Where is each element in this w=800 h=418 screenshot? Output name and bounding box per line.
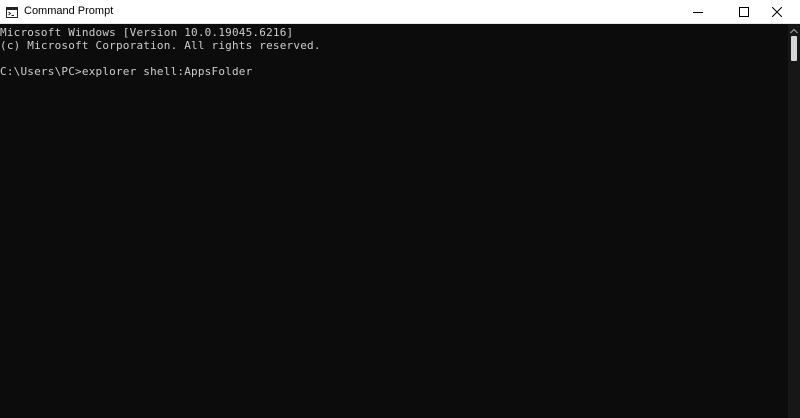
maximize-icon: [739, 6, 749, 17]
command-prompt-window: Command Prompt Microsoft Windows [Versio…: [0, 0, 800, 418]
window-title: Command Prompt: [24, 5, 114, 17]
close-button[interactable]: [754, 0, 800, 23]
scrollbar-thumb[interactable]: [791, 36, 797, 61]
console-output[interactable]: Microsoft Windows [Version 10.0.19045.62…: [0, 24, 788, 418]
title-bar[interactable]: Command Prompt: [0, 0, 800, 24]
cmd-icon[interactable]: [6, 5, 18, 18]
console-line-copyright: (c) Microsoft Corporation. All rights re…: [0, 39, 321, 52]
vertical-scrollbar[interactable]: [788, 24, 800, 418]
minimize-icon: [693, 7, 703, 17]
console-line-command: C:\Users\PC>explorer shell:AppsFolder: [0, 65, 253, 78]
close-icon: [772, 6, 782, 17]
console-line-version: Microsoft Windows [Version 10.0.19045.62…: [0, 26, 294, 39]
minimize-button[interactable]: [675, 0, 721, 23]
scroll-up-button[interactable]: [788, 24, 800, 36]
